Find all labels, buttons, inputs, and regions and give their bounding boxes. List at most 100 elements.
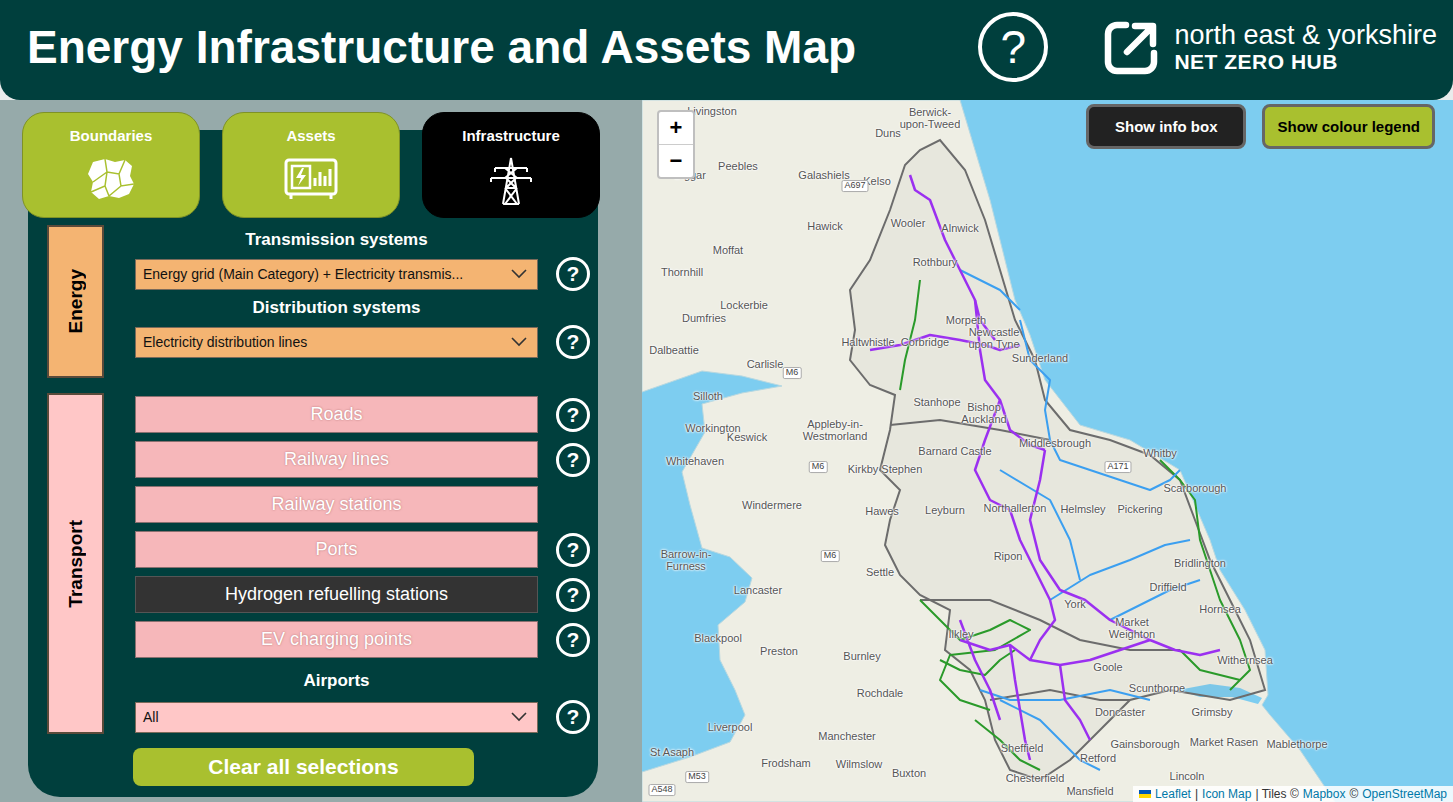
layer-toggle-button[interactable]: Ports <box>135 531 538 568</box>
map-label: Middlesbrough <box>1019 437 1091 449</box>
page-title: Energy Infrastructure and Assets Map <box>27 20 978 74</box>
attribution-text: | Tiles © <box>1255 787 1298 801</box>
tab[interactable]: Infrastructure <box>422 112 600 218</box>
chevron-down-icon <box>511 269 527 279</box>
map-label: Haltwhistle <box>841 336 894 348</box>
map-label: Gainsborough <box>1110 738 1179 750</box>
map-label: Carlisle <box>747 358 784 370</box>
map-label: Hawick <box>807 220 842 232</box>
layer-toggle-button[interactable]: Railway stations <box>135 486 538 523</box>
map-label: Whitehaven <box>666 455 724 467</box>
attribution-link[interactable]: Mapbox <box>1303 787 1346 801</box>
map-label: Burnley <box>843 650 880 662</box>
energy-section: EnergyTransmission systemsEnergy grid (M… <box>47 225 590 378</box>
help-button[interactable]: ? <box>556 325 590 359</box>
help-button[interactable]: ? <box>556 700 590 734</box>
map-label: Moffat <box>713 244 743 256</box>
help-button[interactable]: ? <box>556 443 590 477</box>
map-label: Doncaster <box>1095 706 1145 718</box>
map-label: Manchester <box>818 730 875 742</box>
map-label: Hornsea <box>1199 603 1241 615</box>
attribution-link[interactable]: OpenStreetMap <box>1362 787 1447 801</box>
map-label: Frodsham <box>761 757 811 769</box>
attribution-link[interactable]: Leaflet <box>1155 787 1191 801</box>
map-label: Windermere <box>742 499 802 511</box>
map-label: Ripon <box>994 550 1023 562</box>
map-label: M6 <box>783 367 802 379</box>
attribution-link[interactable]: Icon Map <box>1202 787 1251 801</box>
map-label: A171 <box>1104 461 1131 473</box>
map-label: Alnwick <box>941 222 978 234</box>
map-label: Dalbeattie <box>649 344 699 356</box>
layer-toggle-button[interactable]: Hydrogen refuelling stations <box>135 576 538 613</box>
header: Energy Infrastructure and Assets Map? nor… <box>0 0 1453 100</box>
help-button[interactable]: ? <box>978 12 1048 82</box>
map-label: Grimsby <box>1192 706 1233 718</box>
map-label: Mansfield <box>1066 785 1113 797</box>
map-label: Whitby <box>1143 447 1177 459</box>
map-label: Rothbury <box>913 256 958 268</box>
map-label: Goole <box>1093 661 1122 673</box>
map-canvas <box>642 100 1453 802</box>
map-toggle-button[interactable]: Show info box <box>1086 104 1247 149</box>
layer-toggle-button[interactable]: Railway lines <box>135 441 538 478</box>
map-label: Liverpool <box>708 721 753 733</box>
map-label: Mablethorpe <box>1266 738 1327 750</box>
map-label: St Asaph <box>650 746 694 758</box>
boundaries-map-icon <box>85 156 137 202</box>
map-label: Retford <box>1080 752 1116 764</box>
map-label: Rochdale <box>857 687 903 699</box>
help-button[interactable]: ? <box>556 578 590 612</box>
attribution-text: | <box>1195 787 1198 801</box>
zoom-button[interactable]: + <box>659 112 693 145</box>
layer-toggle-button[interactable]: Roads <box>135 396 538 433</box>
map-label: Morpeth <box>946 314 986 326</box>
pylon-icon <box>485 156 537 206</box>
tab[interactable]: Assets <box>222 112 400 218</box>
transport-section: TransportRoads?Railway lines?Railway sta… <box>47 393 590 734</box>
map-label: M6 <box>821 550 840 562</box>
help-button[interactable]: ? <box>556 623 590 657</box>
map-label: Thornhill <box>661 266 703 278</box>
map-label: Northallerton <box>984 502 1047 514</box>
map[interactable]: LivingstonBerwick-upon-TweedDunsPeeblesG… <box>642 100 1453 802</box>
map-label: Appleby-in-Westmorland <box>794 418 876 442</box>
map-button-bar: Show info box Show colour legend <box>1086 104 1435 149</box>
map-label: Preston <box>760 645 798 657</box>
map-label: Lancaster <box>734 584 782 596</box>
chevron-down-icon <box>511 337 527 347</box>
map-label: Driffield <box>1149 581 1186 593</box>
help-button[interactable]: ? <box>556 533 590 567</box>
map-label: Stanhope <box>913 396 960 408</box>
dropdown[interactable]: Electricity distribution lines <box>135 327 538 358</box>
zoom-button[interactable]: − <box>659 145 693 177</box>
map-label: Scarborough <box>1164 482 1227 494</box>
map-label: Wilmslow <box>836 758 882 770</box>
map-label: Corbridge <box>901 336 949 348</box>
logo-title: NET ZERO HUB <box>1174 50 1437 73</box>
generator-icon <box>283 156 339 202</box>
help-button[interactable]: ? <box>556 257 590 291</box>
map-label: Wooler <box>891 217 926 229</box>
map-label: Duns <box>875 127 901 139</box>
zoom-control: +− <box>657 110 695 179</box>
dropdown[interactable]: Energy grid (Main Category) + Electricit… <box>135 259 538 290</box>
logo[interactable]: north east & yorkshireNET ZERO HUB <box>1102 17 1437 77</box>
help-button[interactable]: ? <box>556 398 590 432</box>
map-label: Blackpool <box>694 632 742 644</box>
map-toggle-button[interactable]: Show colour legend <box>1262 104 1435 149</box>
dropdown[interactable]: All <box>135 702 538 733</box>
map-attribution: Leaflet|Icon Map| Tiles ©Mapbox©OpenStre… <box>1133 786 1453 802</box>
map-label: Leyburn <box>925 504 965 516</box>
clear-selections-button[interactable]: Clear all selections <box>133 748 474 786</box>
map-label: Lockerbie <box>720 299 768 311</box>
layer-toggle-button[interactable]: EV charging points <box>135 621 538 658</box>
tab[interactable]: Boundaries <box>22 112 200 218</box>
map-label: Bridlington <box>1174 557 1226 569</box>
map-label: Helmsley <box>1060 503 1105 515</box>
map-label: Withernsea <box>1217 654 1273 666</box>
map-label: Chesterfield <box>1006 772 1065 784</box>
map-label: Barrow-in-Furness <box>655 548 717 572</box>
app: Energy Infrastructure and Assets Map? nor… <box>0 0 1453 802</box>
map-label: M6 <box>809 461 828 473</box>
